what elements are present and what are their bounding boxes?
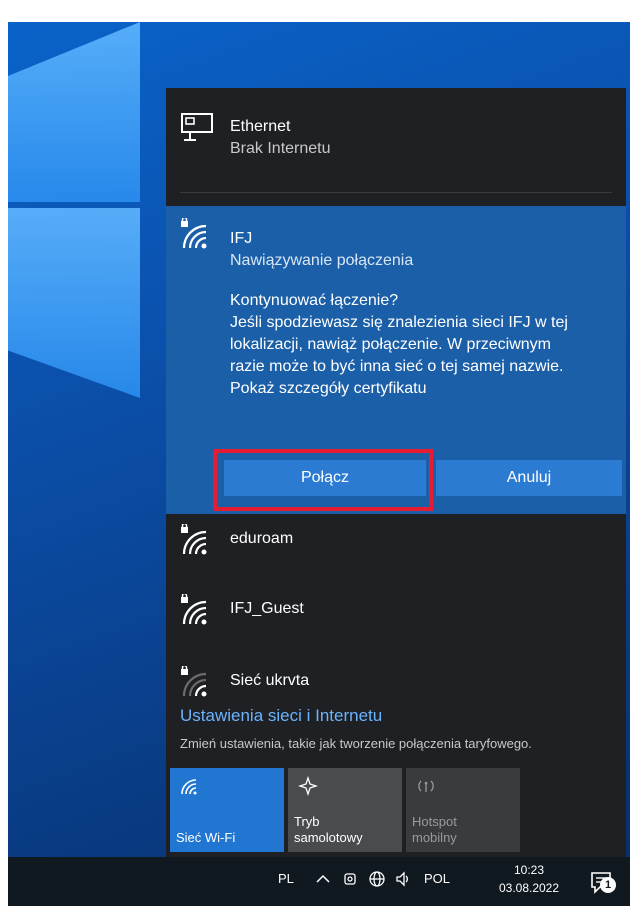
network-status: Nawiązywanie połączenia — [230, 252, 414, 269]
meet-now-icon[interactable] — [342, 870, 360, 888]
tile-label: Hotspot mobilny — [412, 814, 457, 845]
airplane-icon — [298, 776, 318, 796]
connect-button[interactable]: Połącz — [224, 460, 426, 496]
network-item-ifj-guest[interactable]: IFJ_Guest — [166, 584, 626, 648]
system-clock[interactable]: 10:23 03.08.2022 — [486, 861, 572, 897]
keyboard-layout-indicator[interactable]: POL — [424, 871, 450, 886]
chevron-up-icon[interactable] — [314, 870, 332, 888]
input-language-indicator[interactable]: PL — [278, 871, 294, 886]
clock-time: 10:23 — [513, 863, 545, 877]
prompt-text: lokalizacji, nawiąż połączenie. W przeci… — [230, 336, 552, 353]
tile-label: Sieć Wi-Fi — [176, 830, 236, 845]
network-name: IFJ — [230, 230, 253, 247]
network-settings-link[interactable]: Ustawienia sieci i Internetu — [180, 706, 382, 726]
divider — [180, 192, 612, 193]
ethernet-title: Ethernet — [230, 118, 291, 135]
ethernet-icon — [181, 113, 213, 141]
cancel-button[interactable]: Anuluj — [436, 460, 622, 496]
clock-date: 03.08.2022 — [498, 881, 560, 895]
network-item-eduroam[interactable]: eduroam — [166, 514, 626, 578]
wifi-secured-icon — [181, 524, 207, 555]
wifi-toggle-tile[interactable]: Sieć Wi-Fi — [170, 768, 284, 852]
wifi-icon — [181, 779, 197, 795]
mobile-hotspot-tile[interactable]: Hotspot mobilny — [406, 768, 520, 852]
prompt-question: Kontynuować łączenie? — [230, 292, 399, 309]
ethernet-item[interactable]: Ethernet Brak Internetu — [166, 88, 626, 188]
wifi-secured-icon — [181, 218, 207, 249]
network-settings-description: Zmień ustawienia, takie jak tworzenie po… — [180, 736, 532, 751]
ethernet-status: Brak Internetu — [230, 140, 331, 157]
wifi-secured-icon — [181, 594, 207, 625]
airplane-mode-tile[interactable]: Tryb samolotowy — [288, 768, 402, 852]
prompt-text: razie może to być inna sieć o tej samej … — [230, 358, 564, 375]
windows-logo — [8, 22, 168, 452]
network-name: Sieć ukrvta — [230, 672, 310, 689]
tile-label: Tryb samolotowy — [294, 814, 363, 845]
volume-icon[interactable] — [394, 870, 412, 888]
hotspot-icon — [418, 780, 434, 792]
prompt-text: Jeśli spodziewasz się znalezienia sieci … — [230, 314, 568, 331]
taskbar: PL POL 10:23 03.08.2022 1 — [8, 857, 630, 906]
wifi-secured-weak-icon — [181, 666, 207, 697]
network-globe-icon[interactable] — [368, 870, 386, 888]
show-certificate-link[interactable]: Pokaż szczegóły certyfikatu — [230, 378, 616, 400]
network-name: IFJ_Guest — [230, 600, 304, 617]
connection-prompt: Kontynuować łączenie? Jeśli spodziewasz … — [230, 290, 616, 400]
notification-center-button[interactable]: 1 — [588, 867, 618, 897]
network-name: eduroam — [230, 530, 294, 547]
notification-badge: 1 — [600, 877, 616, 893]
